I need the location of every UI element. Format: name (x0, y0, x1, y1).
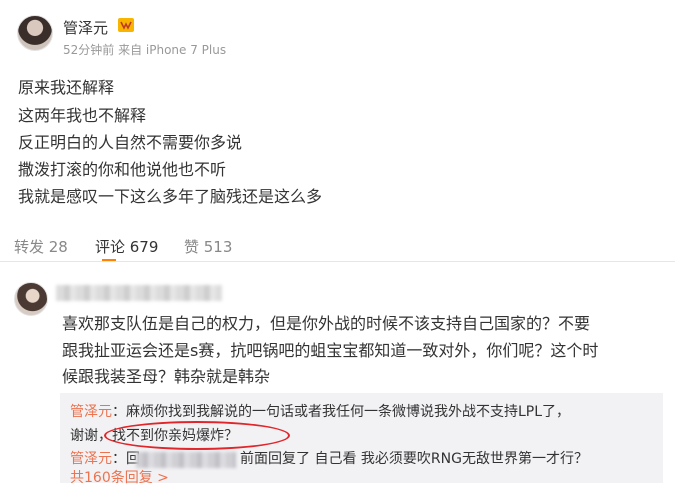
repost-button[interactable]: 转发 28 (14, 236, 68, 257)
reply-text: 前面回复了 自己看 我必须要吹RNG无敌世界第一才行？ (240, 451, 588, 467)
more-replies-link[interactable]: 共160条回复 > (70, 467, 169, 487)
vip-badge-icon (118, 18, 134, 32)
comment-text-line: 跟我扯亚运会还是s赛，抗吧锅吧的蛆宝宝都知道一致对外，你们呢？这个时 (62, 341, 599, 360)
reply-item: 管泽元：麻烦你找到我解说的一句话或者我任何一条微博说我外战不支持LPL了， (70, 402, 570, 422)
like-button[interactable]: 赞 513 (184, 236, 232, 257)
reply-author-link[interactable]: 管泽元 (70, 404, 112, 420)
red-highlight-annotation (104, 421, 290, 450)
reply-text: ：麻烦你找到我解说的一句话或者我任何一条微博说我外战不支持LPL了， (112, 404, 571, 420)
poster-avatar[interactable] (17, 15, 53, 51)
comment-tab[interactable]: 评论 679 (95, 236, 158, 257)
commenter-name-blurred (56, 285, 222, 301)
post-text-line: 原来我还解释 (18, 78, 115, 97)
post-text-line: 我就是感叹一下这么多年了脑残还是这么多 (18, 187, 323, 206)
post-text-line: 撒泼打滚的你和他说他也不听 (18, 160, 227, 179)
comment-text-line: 候跟我装圣母？韩杂就是韩杂 (62, 367, 271, 386)
reply-target-blurred (136, 452, 236, 468)
comment-text-line: 喜欢那支队伍是自己的权力，但是你外战的时候不该支持自己国家的？不要 (62, 314, 591, 333)
poster-username[interactable]: 管泽元 (63, 17, 108, 38)
post-text-line: 这两年我也不解释 (18, 106, 147, 125)
commenter-avatar[interactable] (14, 282, 48, 316)
divider (0, 261, 675, 262)
post-text-line: 反正明白的人自然不需要你多说 (18, 133, 243, 152)
reply-author-link[interactable]: 管泽元 (70, 451, 112, 467)
post-meta: 52分钟前 来自 iPhone 7 Plus (63, 43, 227, 57)
